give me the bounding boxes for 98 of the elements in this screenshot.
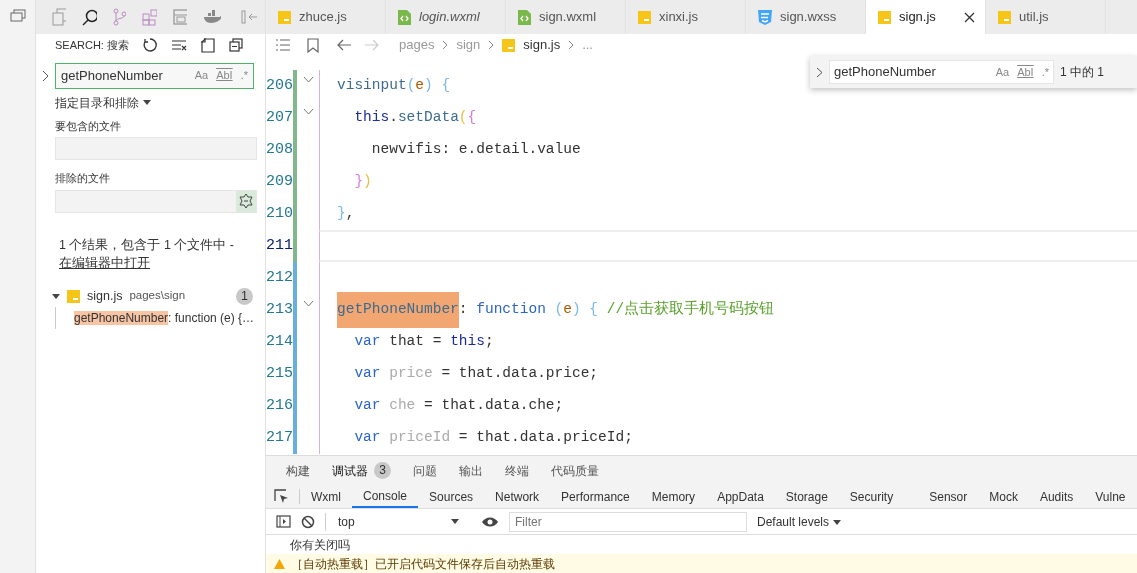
devtools-tab[interactable]: Sources bbox=[418, 485, 485, 509]
devtools-tab[interactable]: Memory bbox=[640, 485, 707, 509]
match-count: 1 bbox=[236, 287, 253, 305]
devtools-tab[interactable]: Mock bbox=[978, 485, 1029, 509]
line-number: 216 bbox=[266, 395, 293, 416]
code-line: var che = that.data.che; bbox=[319, 390, 1137, 422]
line-number: 213 bbox=[266, 299, 293, 320]
editor-tab[interactable]: login.wxml bbox=[386, 0, 506, 34]
code-line: newvifis: e.detail.value bbox=[319, 134, 1137, 166]
find-field[interactable]: getPhoneNumber Aa AbI .* bbox=[829, 60, 1054, 84]
line-number: 215 bbox=[266, 363, 293, 384]
code-line: var price = that.data.price; bbox=[319, 358, 1137, 390]
fold-icon[interactable] bbox=[302, 76, 314, 83]
editor-tab[interactable]: xinxi.js bbox=[626, 0, 746, 34]
results-summary: 1 个结果，包含于 1 个文件中 - bbox=[58, 236, 235, 254]
panel-tab[interactable]: 代码质量 bbox=[551, 461, 599, 480]
code-line: }) bbox=[319, 166, 1137, 198]
sidebar-title: SEARCH: 搜索 bbox=[55, 37, 129, 53]
filter-field[interactable]: Filter bbox=[509, 511, 747, 532]
windows-icon[interactable] bbox=[9, 9, 26, 23]
chevron-icon[interactable] bbox=[42, 69, 50, 82]
log-message: 你有关闭吗 bbox=[290, 536, 350, 554]
devtools-tab[interactable]: AppData bbox=[706, 485, 775, 509]
code-line: this.setData({ bbox=[319, 102, 1137, 134]
exclude-field[interactable] bbox=[55, 189, 257, 213]
panel-tab[interactable]: 构建 bbox=[286, 461, 310, 480]
clear-console-icon[interactable] bbox=[301, 514, 315, 529]
scope-toggle[interactable]: 指定目录和排除 bbox=[55, 93, 151, 112]
editor-tab[interactable]: sign.js bbox=[866, 0, 986, 34]
code-line: getPhoneNumber: function (e) { //点击获取手机号码按钮 bbox=[319, 294, 1137, 326]
whale-icon[interactable] bbox=[203, 10, 221, 24]
line-number: 211 bbox=[266, 235, 293, 256]
inspect-icon[interactable] bbox=[274, 489, 289, 505]
devtools-tab[interactable]: Performance bbox=[550, 485, 641, 509]
panel-tab[interactable]: 问题 bbox=[413, 461, 437, 480]
open-in-editor-link[interactable]: 在编辑器中打开 bbox=[59, 256, 150, 271]
code-line: var that = this; bbox=[319, 326, 1137, 358]
new-file-icon[interactable] bbox=[200, 37, 215, 53]
line-number: 209 bbox=[266, 171, 293, 192]
devtools-tab[interactable]: Audits bbox=[1028, 485, 1085, 509]
devtools-tab[interactable]: Security bbox=[838, 485, 905, 509]
warning-message: ［自动热重载］已开启代码文件保存后自动热重载 bbox=[291, 555, 555, 573]
editor-tab[interactable]: sign.wxml bbox=[506, 0, 626, 34]
search-option[interactable]: .* bbox=[240, 67, 248, 84]
devtools-tab[interactable]: Network bbox=[484, 485, 551, 509]
line-number: 208 bbox=[266, 139, 293, 160]
panel-tab[interactable]: 终端 bbox=[505, 461, 529, 480]
devtools-tab[interactable]: Wxml bbox=[300, 485, 352, 509]
search-result[interactable]: getPhoneNumber: function (e) {… bbox=[55, 307, 255, 329]
expanded-icon[interactable] bbox=[52, 292, 60, 300]
devtools-tab[interactable]: Vulne bbox=[1084, 485, 1137, 509]
line-number: 214 bbox=[266, 331, 293, 352]
count-badge: 3 bbox=[374, 462, 391, 480]
collapse-all-icon[interactable] bbox=[228, 38, 243, 52]
panel-tab[interactable]: 调试器 bbox=[332, 461, 368, 480]
include-field[interactable] bbox=[55, 137, 257, 160]
code-line: var priceId = that.data.priceId; bbox=[319, 422, 1137, 454]
eye-icon[interactable] bbox=[481, 515, 499, 528]
clear-results-icon[interactable] bbox=[170, 39, 187, 51]
line-number: 207 bbox=[266, 107, 293, 128]
chevron-icon[interactable] bbox=[816, 66, 823, 78]
field-label: 要包含的文件 bbox=[55, 118, 122, 134]
line-number: 206 bbox=[266, 75, 293, 96]
settings-icon[interactable] bbox=[236, 190, 256, 212]
warning-icon bbox=[274, 558, 285, 569]
code-line: }, bbox=[319, 198, 1137, 230]
caret-icon bbox=[833, 519, 842, 526]
file-name[interactable]: sign.js bbox=[87, 286, 123, 306]
context-select[interactable]: top bbox=[325, 512, 465, 531]
editor-tab[interactable]: zhuce.js bbox=[266, 0, 386, 34]
line-number: 210 bbox=[266, 203, 293, 224]
devtools-tab[interactable]: Storage bbox=[774, 485, 839, 509]
js-file-icon bbox=[67, 289, 80, 303]
caret-icon bbox=[143, 100, 151, 107]
chevron-icon bbox=[442, 40, 449, 50]
fold-icon[interactable] bbox=[302, 300, 314, 307]
levels-dropdown[interactable]: Default levels bbox=[757, 512, 842, 531]
bookmark-icon[interactable] bbox=[307, 37, 319, 53]
devtools-tab[interactable]: Console bbox=[352, 485, 419, 509]
js-file-icon bbox=[502, 38, 516, 52]
refresh-icon[interactable] bbox=[142, 38, 157, 52]
chevron-icon bbox=[568, 40, 575, 50]
fold-icon[interactable] bbox=[302, 108, 314, 115]
panel-tab[interactable]: 输出 bbox=[459, 461, 483, 480]
search-icon[interactable] bbox=[82, 8, 98, 26]
editor-tab[interactable]: util.js bbox=[986, 0, 1106, 34]
breadcrumb[interactable]: sign.js bbox=[523, 35, 561, 55]
devtools-tab[interactable]: Sensor bbox=[918, 485, 979, 509]
line-number: 212 bbox=[266, 267, 293, 288]
file-path: pages\sign bbox=[129, 288, 187, 304]
caret-icon bbox=[451, 518, 459, 525]
back-arrow-icon[interactable] bbox=[337, 39, 351, 51]
sidebar-toggle-icon[interactable] bbox=[276, 515, 291, 529]
chevron-icon bbox=[488, 40, 495, 50]
close-icon[interactable] bbox=[964, 11, 975, 23]
line-number: 217 bbox=[266, 427, 293, 448]
search-field[interactable]: getPhoneNumber Aa AbI .* bbox=[55, 62, 254, 89]
field-label: 排除的文件 bbox=[55, 171, 111, 186]
